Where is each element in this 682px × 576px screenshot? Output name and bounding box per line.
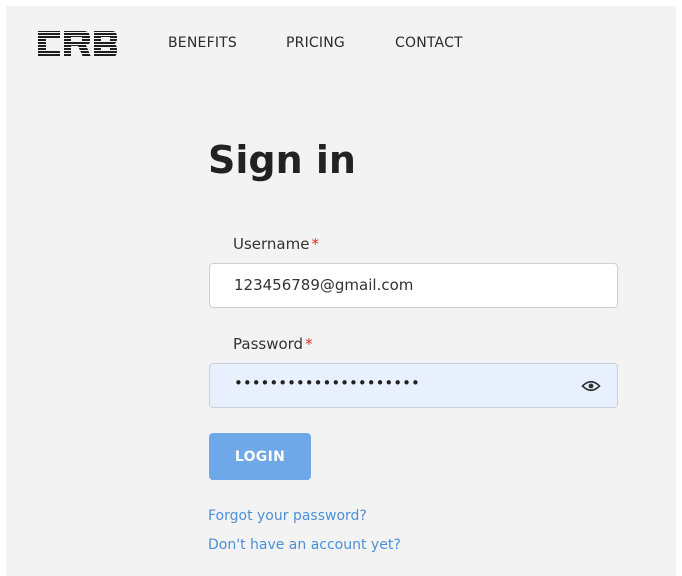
nav-benefits[interactable]: BENEFITS bbox=[168, 35, 237, 51]
password-label-text: Password bbox=[233, 335, 304, 353]
password-value: ••••••••••••••••••••• bbox=[234, 374, 420, 392]
username-label: Username * bbox=[233, 235, 319, 253]
crb-logo[interactable] bbox=[36, 27, 118, 61]
username-input[interactable]: 123456789@gmail.com bbox=[209, 263, 618, 308]
password-label: Password * bbox=[233, 335, 313, 353]
nav-contact[interactable]: CONTACT bbox=[395, 35, 463, 51]
signup-link[interactable]: Don't have an account yet? bbox=[208, 537, 401, 553]
username-label-text: Username bbox=[233, 235, 310, 253]
password-input[interactable]: ••••••••••••••••••••• bbox=[209, 363, 618, 408]
username-value: 123456789@gmail.com bbox=[234, 276, 414, 294]
page-title: Sign in bbox=[208, 138, 356, 182]
eye-icon[interactable] bbox=[581, 376, 601, 396]
forgot-password-link[interactable]: Forgot your password? bbox=[208, 508, 367, 524]
required-mark: * bbox=[305, 335, 313, 353]
nav-pricing[interactable]: PRICING bbox=[286, 35, 345, 51]
required-mark: * bbox=[311, 235, 319, 253]
login-button[interactable]: LOGIN bbox=[209, 433, 311, 480]
